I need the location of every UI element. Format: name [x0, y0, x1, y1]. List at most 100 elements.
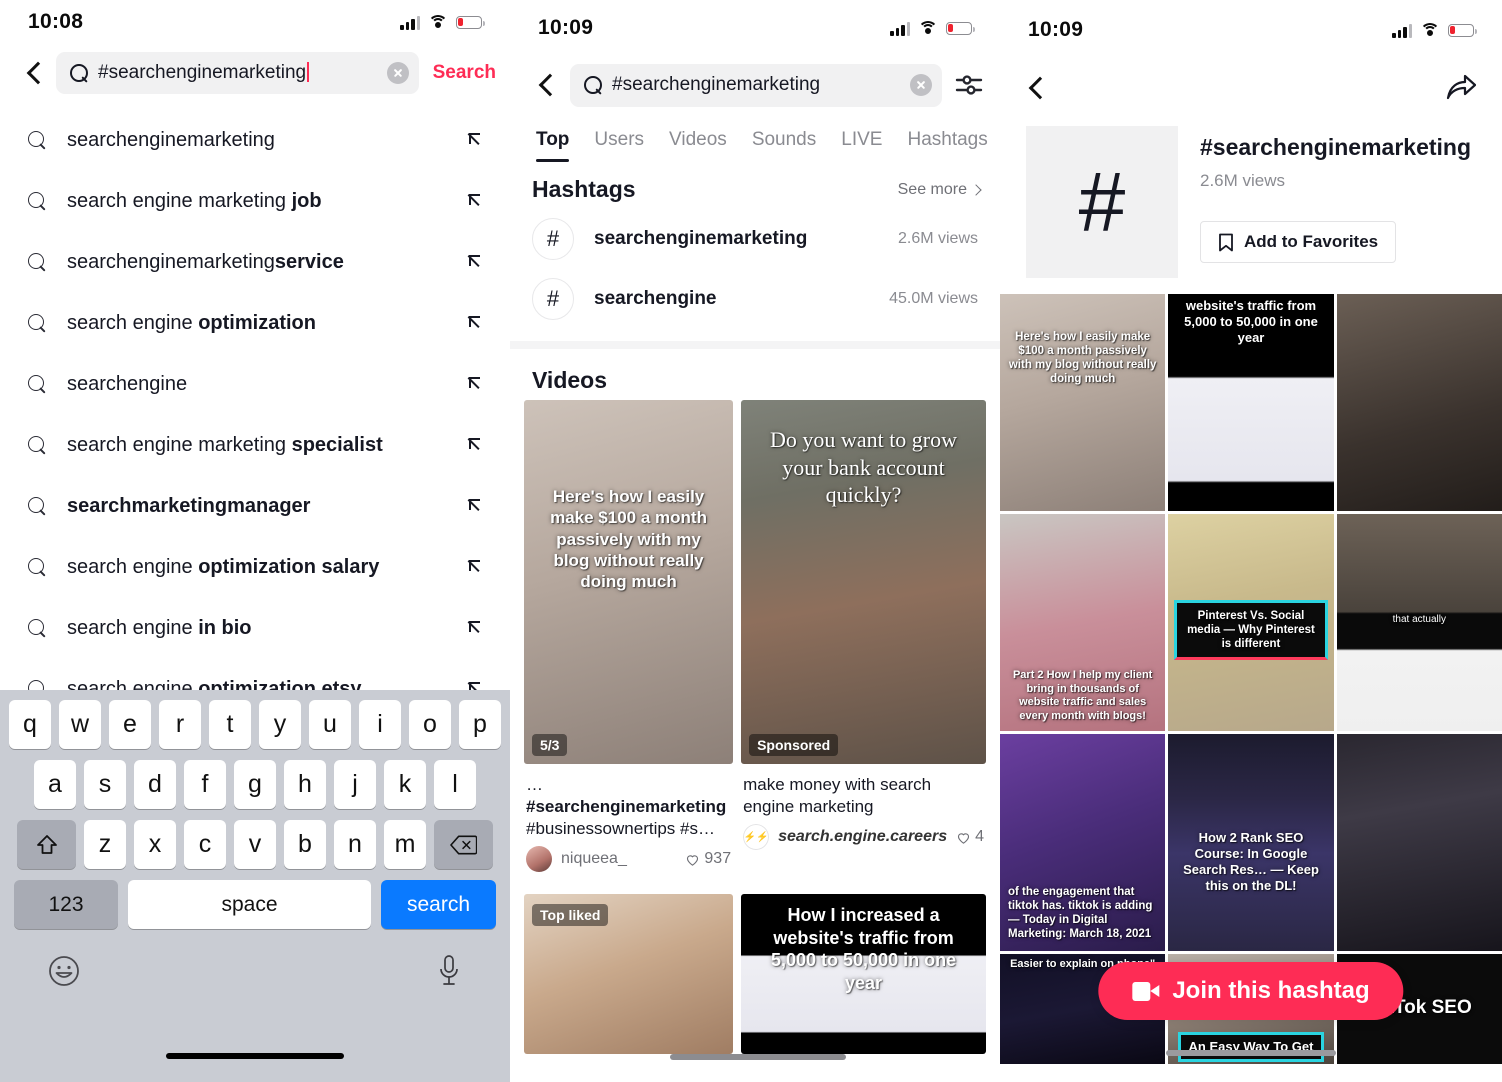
key-q[interactable]: q	[9, 700, 51, 749]
video-tile[interactable]: that actually	[1336, 514, 1502, 731]
join-hashtag-button[interactable]: Join this hashtag	[1098, 962, 1404, 1020]
video-tile[interactable]: Part 2 How I help my client bring in tho…	[1000, 514, 1166, 731]
video-tile[interactable]	[1336, 294, 1502, 511]
key-m[interactable]: m	[384, 820, 426, 869]
tab-videos[interactable]: Videos	[669, 129, 727, 162]
key-l[interactable]: l	[434, 760, 476, 809]
back-chevron-icon[interactable]	[24, 62, 46, 84]
tab-hashtags[interactable]: Hashtags	[907, 129, 987, 162]
search-button[interactable]: Search	[429, 62, 496, 84]
emoji-smiley-icon[interactable]	[48, 955, 80, 992]
insert-arrow-icon[interactable]	[468, 193, 486, 211]
key-x[interactable]: x	[134, 820, 176, 869]
clear-icon[interactable]	[910, 74, 932, 96]
avatar[interactable]	[526, 846, 552, 873]
video-tile[interactable]	[1336, 734, 1502, 951]
battery-icon	[946, 21, 975, 35]
insert-arrow-icon[interactable]	[468, 254, 486, 272]
list-item[interactable]: search engine in bio	[0, 598, 510, 659]
key-f[interactable]: f	[184, 760, 226, 809]
avatar[interactable]: ⚡⚡	[743, 824, 770, 851]
back-chevron-icon[interactable]	[536, 74, 558, 96]
search-icon	[28, 375, 47, 394]
video-card[interactable]: Top liked	[524, 894, 734, 1055]
list-item[interactable]: search engine marketing specialist	[0, 415, 510, 476]
tab-top[interactable]: Top	[536, 129, 570, 162]
filter-sliders-icon[interactable]	[954, 70, 984, 100]
list-item[interactable]: searchenginemarketingservice	[0, 232, 510, 293]
key-j[interactable]: j	[334, 760, 376, 809]
key-t[interactable]: t	[209, 700, 251, 749]
key-g[interactable]: g	[234, 760, 276, 809]
space-key[interactable]: space	[128, 880, 371, 929]
key-s[interactable]: s	[84, 760, 126, 809]
key-e[interactable]: e	[109, 700, 151, 749]
key-h[interactable]: h	[284, 760, 326, 809]
insert-arrow-icon[interactable]	[468, 437, 486, 455]
insert-arrow-icon[interactable]	[468, 132, 486, 150]
tab-live[interactable]: LIVE	[841, 129, 882, 162]
video-thumbnail[interactable]: How I increased a website's traffic from…	[741, 894, 986, 1055]
clear-icon[interactable]	[386, 62, 409, 84]
search-input[interactable]: #searchenginemarketing	[570, 63, 942, 107]
list-item[interactable]: search engine optimization	[0, 293, 510, 354]
backspace-key[interactable]	[434, 820, 493, 869]
insert-arrow-icon[interactable]	[468, 498, 486, 516]
insert-arrow-icon[interactable]	[468, 559, 486, 577]
list-item[interactable]: search engine optimization salary	[0, 537, 510, 598]
list-item[interactable]: # searchengine 45.0M views	[510, 269, 1000, 329]
key-c[interactable]: c	[184, 820, 226, 869]
key-r[interactable]: r	[159, 700, 201, 749]
scrollbar[interactable]	[1166, 1050, 1336, 1056]
video-thumbnail[interactable]: Top liked	[524, 894, 734, 1055]
key-o[interactable]: o	[409, 700, 451, 749]
key-y[interactable]: y	[259, 700, 301, 749]
back-chevron-icon[interactable]	[1026, 77, 1048, 99]
key-k[interactable]: k	[384, 760, 426, 809]
insert-arrow-icon[interactable]	[468, 376, 486, 394]
search-icon	[28, 314, 47, 333]
list-item[interactable]: search engine marketing job	[0, 171, 510, 232]
status-icons	[890, 20, 975, 36]
video-tile[interactable]: Here's how I easily make $100 a month pa…	[1000, 294, 1166, 511]
add-to-favorites-button[interactable]: Add to Favorites	[1200, 221, 1397, 263]
video-thumbnail[interactable]: Do you want to grow your bank account qu…	[741, 400, 986, 764]
tab-users[interactable]: Users	[594, 129, 644, 162]
key-v[interactable]: v	[234, 820, 276, 869]
video-author[interactable]: search.engine.careers	[778, 828, 947, 846]
video-tile[interactable]: website's traffic from 5,000 to 50,000 i…	[1168, 294, 1334, 511]
video-card[interactable]: Do you want to grow your bank account qu…	[741, 400, 986, 886]
search-key[interactable]: search	[381, 880, 496, 929]
shift-key[interactable]	[17, 820, 76, 869]
microphone-icon[interactable]	[436, 954, 462, 993]
insert-arrow-icon[interactable]	[468, 620, 486, 638]
key-w[interactable]: w	[59, 700, 101, 749]
key-z[interactable]: z	[84, 820, 126, 869]
see-more-link[interactable]: See more	[898, 181, 982, 199]
key-n[interactable]: n	[334, 820, 376, 869]
list-item[interactable]: searchmarketingmanager	[0, 476, 510, 537]
insert-arrow-icon[interactable]	[468, 315, 486, 333]
video-card[interactable]: How I increased a website's traffic from…	[741, 894, 986, 1055]
key-b[interactable]: b	[284, 820, 326, 869]
share-arrow-icon[interactable]	[1446, 74, 1477, 102]
list-item[interactable]: searchengine	[0, 354, 510, 415]
video-tile[interactable]: of the engagement that tiktok has. tikto…	[1000, 734, 1166, 951]
video-tile[interactable]: How 2 Rank SEO Course: In Google Search …	[1168, 734, 1334, 951]
video-author[interactable]: niqueea_	[561, 850, 676, 868]
video-card[interactable]: Here's how I easily make $100 a month pa…	[524, 400, 734, 886]
join-hashtag-label: Join this hashtag	[1172, 977, 1370, 1004]
search-input[interactable]: #searchenginemarketing	[56, 52, 419, 94]
key-i[interactable]: i	[359, 700, 401, 749]
tab-sounds[interactable]: Sounds	[752, 129, 816, 162]
scrollbar[interactable]	[670, 1054, 846, 1060]
key-d[interactable]: d	[134, 760, 176, 809]
video-tile[interactable]: Pinterest Vs. Social media — Why Pintere…	[1168, 514, 1334, 731]
list-item[interactable]: searchenginemarketing	[0, 110, 510, 171]
numbers-key[interactable]: 123	[14, 880, 118, 929]
list-item[interactable]: # searchenginemarketing 2.6M views	[510, 209, 1000, 269]
key-u[interactable]: u	[309, 700, 351, 749]
video-thumbnail[interactable]: Here's how I easily make $100 a month pa…	[524, 400, 734, 764]
key-a[interactable]: a	[34, 760, 76, 809]
key-p[interactable]: p	[459, 700, 501, 749]
